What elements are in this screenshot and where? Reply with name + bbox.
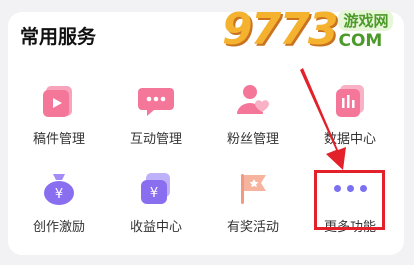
watermark-digits: 9773 [222,4,338,55]
watermark-logo: 9773 游戏网 COM [222,4,394,55]
watermark-com: COM [338,31,383,51]
watermark-cn: 游戏网 [338,10,394,31]
